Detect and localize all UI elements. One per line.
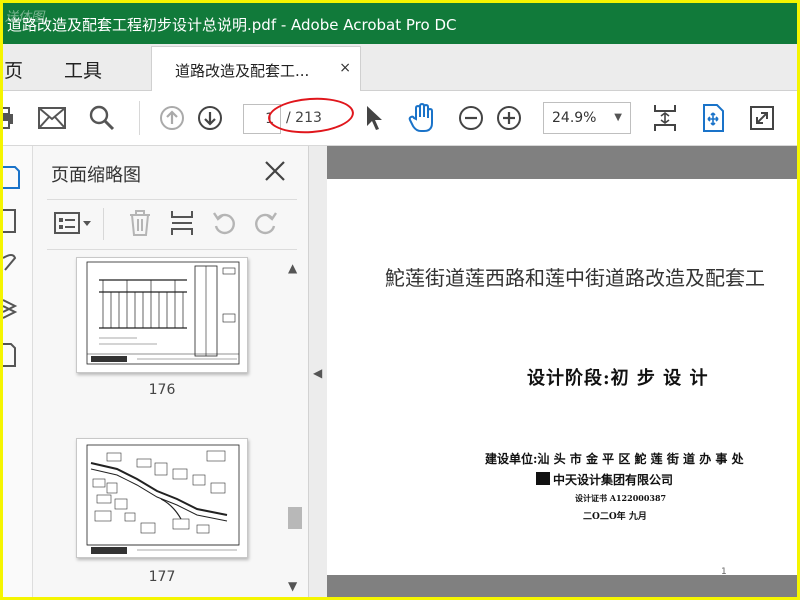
bookmarks-icon[interactable]	[3, 208, 21, 234]
design-stage: 设计阶段:初 步 设 计	[527, 368, 709, 389]
chevron-down-icon: ▼	[614, 112, 622, 123]
zoom-in-icon[interactable]	[494, 103, 524, 133]
acrobat-window: 送体图 道路改造及配套工程初步设计总说明.pdf - Adobe Acrobat…	[3, 3, 797, 597]
select-cursor-icon[interactable]	[359, 103, 389, 133]
page-thumbnail[interactable]	[76, 257, 248, 373]
hand-tool-icon[interactable]	[407, 103, 437, 133]
scrollbar-thumb[interactable]	[288, 507, 302, 529]
certificate-line: 设计证书 A122000387	[575, 493, 667, 503]
search-icon[interactable]	[87, 103, 117, 133]
pdf-page: 鮀莲街道莲西路和莲中街道路改造及配套工 设计阶段:初 步 设 计 建设单位:汕 …	[327, 179, 797, 577]
thumbnail-page-number: 176	[148, 382, 176, 398]
title-bar: 送体图 道路改造及配套工程初步设计总说明.pdf - Adobe Acrobat…	[3, 3, 797, 44]
document-title: 鮀莲街道莲西路和莲中街道路改造及配套工	[385, 266, 765, 290]
panel-separator	[103, 208, 104, 240]
print-icon[interactable]	[3, 103, 19, 133]
mail-icon[interactable]	[37, 103, 67, 133]
document-icon[interactable]	[3, 342, 21, 368]
rotate-left-icon[interactable]	[209, 208, 239, 238]
zoom-level-value: 24.9%	[552, 110, 597, 126]
builder-line: 建设单位:汕 头 市 金 平 区 鮀 莲 街 道 办 事 处	[485, 452, 744, 466]
window-title: 道路改造及配套工程初步设计总说明.pdf - Adobe Acrobat Pro…	[7, 16, 457, 34]
toolbar: 1 / 213 24.9% ▼	[3, 91, 797, 146]
thumbnail-options-icon[interactable]	[53, 208, 93, 238]
zoom-level-select[interactable]: 24.9% ▼	[543, 102, 631, 134]
tab-tools[interactable]: 工具	[64, 56, 102, 83]
scroll-down-arrow-icon[interactable]: ▼	[288, 579, 297, 593]
zoom-out-icon[interactable]	[456, 103, 486, 133]
panel-title: 页面缩略图	[51, 165, 141, 186]
toolbar-separator	[139, 101, 140, 135]
insert-page-icon[interactable]	[167, 208, 197, 238]
full-screen-icon[interactable]	[747, 103, 777, 133]
next-page-icon[interactable]	[195, 103, 225, 133]
tab-bar: 主页 工具 道路改造及配套工... ×	[3, 44, 797, 91]
rotate-right-icon[interactable]	[251, 208, 281, 238]
thumbnail-scrollbar[interactable]: ▲ ▼	[285, 257, 303, 595]
close-tab-button[interactable]: ×	[339, 60, 351, 76]
company-logo	[536, 472, 550, 485]
scroll-up-arrow-icon[interactable]: ▲	[288, 261, 297, 275]
tab-home[interactable]: 主页	[3, 56, 23, 83]
panel-divider	[47, 199, 297, 200]
layers-icon[interactable]	[3, 296, 21, 322]
page-thumbnail[interactable]	[76, 438, 248, 558]
panel-collapse-bar[interactable]: ◀	[309, 146, 327, 597]
page-thumbnails-icon[interactable]	[3, 164, 21, 190]
scroll-mode-icon[interactable]	[698, 103, 728, 133]
panel-divider	[47, 249, 297, 250]
page-thumbnails-panel: 页面缩略图 176 177 ▲ ▼	[33, 146, 309, 597]
document-tab-label: 道路改造及配套工...	[175, 62, 310, 80]
thumbnail-page-number: 177	[148, 569, 176, 585]
previous-page-icon[interactable]	[157, 103, 187, 133]
tab-document[interactable]: 道路改造及配套工... ×	[151, 46, 361, 91]
red-annotation-circle	[266, 95, 356, 136]
page-footer-number: 1	[721, 567, 727, 577]
attachments-icon[interactable]	[3, 250, 21, 276]
date-line: 二O二O年 九月	[583, 512, 647, 522]
document-view[interactable]: 鮀莲街道莲西路和莲中街道路改造及配套工 设计阶段:初 步 设 计 建设单位:汕 …	[327, 146, 797, 597]
fit-page-icon[interactable]	[650, 103, 680, 133]
close-panel-icon[interactable]	[263, 159, 287, 183]
navigation-rail	[3, 146, 33, 597]
delete-page-icon[interactable]	[125, 208, 155, 238]
designer-line: 中天设计集团有限公司	[553, 473, 674, 487]
collapse-arrow-icon[interactable]: ◀	[313, 366, 322, 380]
